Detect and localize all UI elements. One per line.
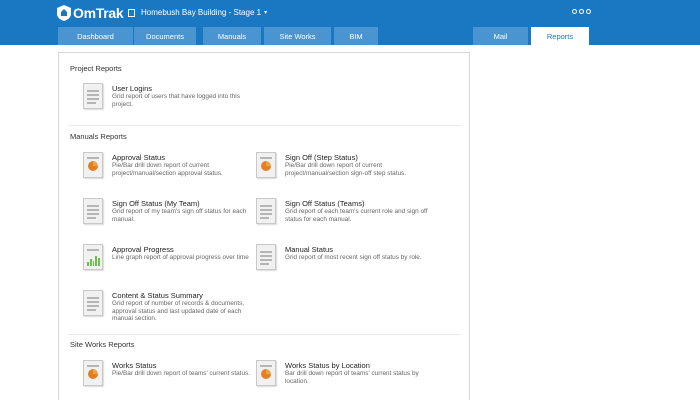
project-name: Homebush Bay Building - Stage 1 [141, 8, 262, 17]
section-divider [68, 125, 462, 126]
grid-report-icon [256, 198, 276, 224]
report-title: Works Status by Location [285, 361, 370, 370]
pie-chart-report-icon [256, 360, 276, 386]
report-description: Grid report of most recent sign off stat… [285, 254, 422, 261]
report-approval-status[interactable]: Approval Status Pie/Bar drill down repor… [83, 152, 258, 188]
logo-shield-icon [57, 5, 71, 21]
pie-chart-report-icon [256, 152, 276, 178]
report-title: Approval Status [112, 153, 165, 162]
tab-mail[interactable]: Mail [473, 27, 528, 45]
report-description: Pie/Bar drill down report of current pro… [285, 162, 407, 177]
report-user-logins[interactable]: User Logins Grid report of users that ha… [83, 83, 258, 119]
section-title-site-works-reports: Site Works Reports [70, 340, 135, 349]
report-manual-status[interactable]: Manual Status Grid report of most recent… [256, 244, 431, 280]
report-description: Grid report of number of records & docum… [112, 300, 245, 323]
omtrak-logo[interactable]: OmTrak [57, 4, 124, 22]
project-selector[interactable]: Homebush Bay Building - Stage 1 ▾ [128, 8, 267, 17]
tab-reports[interactable]: Reports [531, 27, 589, 45]
main-nav: Dashboard Documents Manuals Site Works B… [0, 27, 700, 45]
report-approval-progress[interactable]: Approval Progress Line graph report of a… [83, 244, 258, 280]
tab-documents[interactable]: Documents [134, 27, 196, 45]
tab-bim[interactable]: BIM [334, 27, 378, 45]
section-divider [68, 334, 462, 335]
report-title: Sign Off Status (Teams) [285, 199, 365, 208]
report-title: User Logins [112, 84, 153, 93]
report-title: Sign Off (Step Status) [285, 153, 358, 162]
report-title: Approval Progress [112, 245, 174, 254]
pie-chart-report-icon [83, 360, 103, 386]
tab-site-works[interactable]: Site Works [264, 27, 331, 45]
grid-report-icon [83, 83, 103, 109]
section-title-project-reports: Project Reports [70, 64, 122, 73]
report-title: Works Status [112, 361, 157, 370]
tab-dashboard[interactable]: Dashboard [58, 27, 133, 45]
report-sign-off-step-status[interactable]: Sign Off (Step Status) Pie/Bar drill dow… [256, 152, 431, 188]
document-icon [128, 8, 135, 17]
report-sign-off-status-my-team[interactable]: Sign Off Status (My Team) Grid report of… [83, 198, 258, 234]
grid-report-icon [83, 290, 103, 316]
grid-report-icon [256, 244, 276, 270]
report-works-status-by-location[interactable]: Works Status by Location Bar drill down … [256, 360, 431, 396]
report-description: Grid report of my team's sign off status… [112, 208, 247, 223]
brand-name: OmTrak [73, 5, 124, 21]
report-description: Pie/Bar drill down report of teams' curr… [112, 370, 250, 377]
reports-panel: Project Reports User Logins Grid report … [58, 52, 470, 400]
pie-chart-report-icon [83, 152, 103, 178]
chevron-down-icon: ▾ [264, 10, 268, 16]
report-description: Grid report of users that have logged in… [112, 93, 240, 108]
grid-report-icon [83, 198, 103, 224]
report-sign-off-status-teams[interactable]: Sign Off Status (Teams) Grid report of e… [256, 198, 431, 234]
report-content-status-summary[interactable]: Content & Status Summary Grid report of … [83, 290, 258, 336]
report-description: Pie/Bar drill down report of current pro… [112, 162, 223, 177]
report-title: Content & Status Summary [112, 291, 203, 300]
section-title-manuals-reports: Manuals Reports [70, 132, 127, 141]
report-title: Sign Off Status (My Team) [112, 199, 200, 208]
report-works-status[interactable]: Works Status Pie/Bar drill down report o… [83, 360, 258, 396]
more-options-icon[interactable] [572, 9, 591, 14]
tab-manuals[interactable]: Manuals [203, 27, 261, 45]
top-bar: OmTrak Homebush Bay Building - Stage 1 ▾ [0, 0, 700, 27]
line-graph-report-icon [83, 244, 103, 270]
report-description: Line graph report of approval progress o… [112, 254, 249, 261]
report-title: Manual Status [285, 245, 333, 254]
report-description: Bar drill down report of teams' current … [285, 370, 419, 385]
report-description: Grid report of each team's current role … [285, 208, 428, 223]
